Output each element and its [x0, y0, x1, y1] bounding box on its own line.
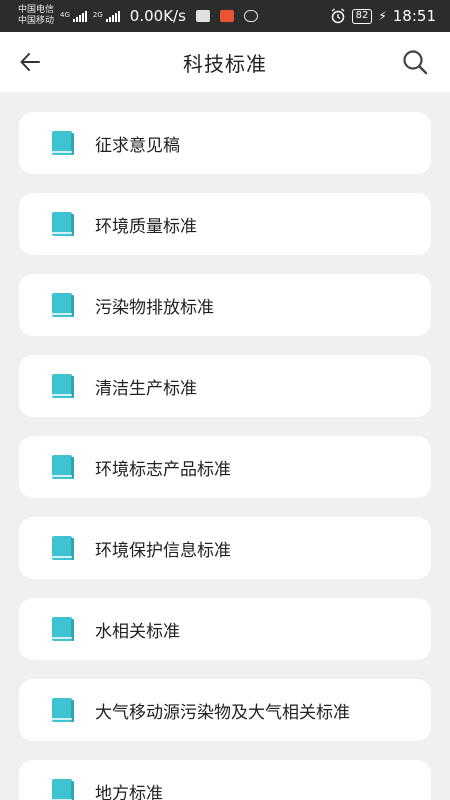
book-icon: [52, 293, 74, 317]
category-label: 环境标志产品标准: [95, 459, 231, 480]
carrier-names: 中国电信 中国移动: [18, 5, 54, 27]
category-item-pollutant-discharge[interactable]: 污染物排放标准: [19, 274, 431, 336]
network-type-2: 2G: [92, 11, 103, 19]
book-icon: [52, 131, 74, 155]
network-speed: 0.00K/s: [129, 7, 186, 25]
book-icon: [52, 374, 74, 398]
book-icon: [52, 536, 74, 560]
category-item-air-mobile-source[interactable]: 大气移动源污染物及大气相关标准: [19, 679, 431, 741]
category-label: 污染物排放标准: [95, 297, 214, 318]
clock: 18:51: [392, 7, 436, 25]
category-item-clean-production[interactable]: 清洁生产标准: [19, 355, 431, 417]
category-item-eco-label-products[interactable]: 环境标志产品标准: [19, 436, 431, 498]
category-item-water[interactable]: 水相关标准: [19, 598, 431, 660]
charging-icon: ⚡: [378, 9, 387, 23]
signal-icon-2: [105, 10, 120, 22]
back-button[interactable]: [16, 48, 44, 76]
carrier-2: 中国移动: [18, 16, 55, 26]
category-label: 水相关标准: [95, 621, 180, 642]
category-label: 环境保护信息标准: [95, 540, 231, 561]
category-label: 征求意见稿: [95, 135, 180, 156]
search-icon: [403, 50, 428, 75]
category-label: 大气移动源污染物及大气相关标准: [95, 702, 350, 723]
page-title: 科技标准: [183, 51, 267, 76]
wechat-icon: [243, 10, 258, 22]
book-icon: [52, 698, 74, 722]
category-item-local[interactable]: 地方标准: [19, 760, 431, 800]
book-icon: [52, 617, 74, 641]
book-icon: [52, 779, 74, 800]
status-right: 82 ⚡ 18:51: [330, 7, 436, 25]
briefcase-icon: [195, 10, 210, 22]
category-label: 环境质量标准: [95, 216, 197, 237]
battery-level: 82: [351, 8, 373, 24]
network-type-1: 4G: [60, 11, 70, 19]
arrow-left-icon: [20, 53, 40, 71]
status-bar: 中国电信 中国移动 4G 2G 0.00K/s 82 ⚡ 18:51: [0, 0, 450, 32]
carrier-1: 中国电信: [18, 5, 55, 15]
status-left: 中国电信 中国移动 4G 2G 0.00K/s: [18, 5, 258, 27]
category-label: 地方标准: [95, 783, 163, 800]
book-icon: [52, 212, 74, 236]
search-button[interactable]: [400, 47, 430, 77]
category-item-consultation-draft[interactable]: 征求意见稿: [19, 112, 431, 174]
category-item-environmental-quality[interactable]: 环境质量标准: [19, 193, 431, 255]
signal-icon: [72, 10, 87, 22]
category-list: 征求意见稿 环境质量标准 污染物排放标准 清洁生产标准 环境标志产品标准 环境保…: [0, 92, 450, 800]
video-app-icon: [219, 10, 234, 22]
app-header: 科技标准: [0, 32, 450, 92]
category-label: 清洁生产标准: [95, 378, 197, 399]
alarm-icon: [331, 8, 344, 24]
category-item-environmental-info[interactable]: 环境保护信息标准: [19, 517, 431, 579]
book-icon: [52, 455, 74, 479]
